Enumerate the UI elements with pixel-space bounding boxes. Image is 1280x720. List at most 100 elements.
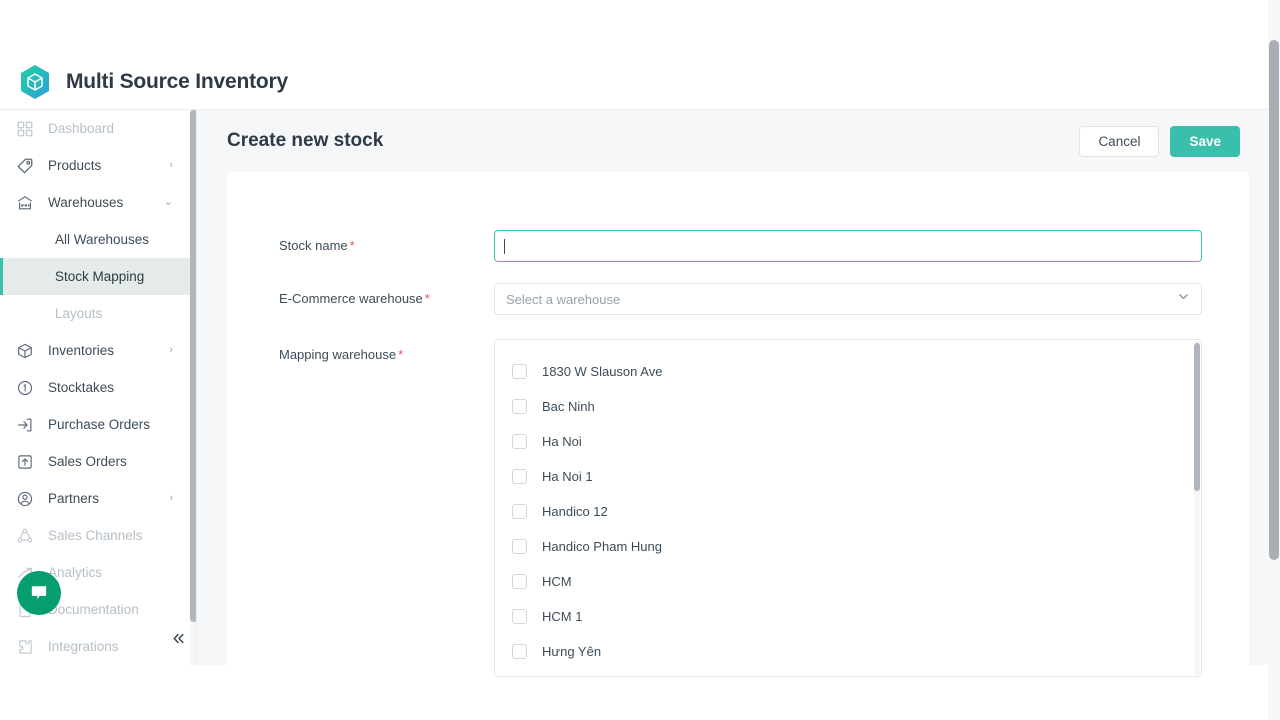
checkbox[interactable] <box>512 539 527 554</box>
chevron-down-icon <box>1177 290 1190 308</box>
list-item-label: Handico 12 <box>542 504 608 519</box>
sidebar-item-label: Sales Orders <box>48 454 127 469</box>
sidebar-subitem-all-warehouses[interactable]: All Warehouses <box>0 221 197 258</box>
sidebar-subitem-stock-mapping[interactable]: Stock Mapping <box>0 258 197 295</box>
sidebar-item-dashboard[interactable]: Dashboard <box>0 110 197 147</box>
sidebar-subitem-label: All Warehouses <box>55 232 149 247</box>
chevron-double-left-icon <box>170 630 187 647</box>
field-ecommerce-warehouse: E-Commerce warehouse* Select a warehouse <box>279 283 1204 315</box>
puzzle-icon <box>14 636 36 658</box>
sidebar-item-inventories[interactable]: Inventories › <box>0 332 197 369</box>
sidebar-item-label: Documentation <box>48 602 139 617</box>
required-marker: * <box>350 238 355 253</box>
sidebar-subitem-label: Layouts <box>55 306 102 321</box>
list-item-label: HCM <box>542 574 572 589</box>
list-item[interactable]: HCM <box>495 564 1201 599</box>
page-scrollbar-thumb[interactable] <box>1269 40 1279 560</box>
sidebar-item-sales-channels[interactable]: Sales Channels <box>0 517 197 554</box>
sidebar-item-stocktakes[interactable]: Stocktakes <box>0 369 197 406</box>
sidebar-item-products[interactable]: Products › <box>0 147 197 184</box>
sidebar-item-label: Warehouses <box>48 195 123 210</box>
grid-icon <box>14 118 36 140</box>
user-circle-icon <box>14 488 36 510</box>
sidebar-item-warehouses[interactable]: Warehouses ⌄ <box>0 184 197 221</box>
app-root: Multi Source Inventory Dashboard Product… <box>0 0 1280 720</box>
checkbox[interactable] <box>512 574 527 589</box>
chevron-right-icon: › <box>169 493 173 504</box>
mapping-warehouse-list: 1830 W Slauson Ave Bac Ninh Ha Noi <box>494 339 1202 677</box>
checkbox[interactable] <box>512 399 527 414</box>
sidebar-item-label: Stocktakes <box>48 380 114 395</box>
list-item-label: Ha Noi <box>542 434 582 449</box>
list-item[interactable]: Handico 12 <box>495 494 1201 529</box>
list-item-label: Hưng Yên <box>542 644 601 659</box>
save-button[interactable]: Save <box>1170 126 1240 157</box>
list-item[interactable]: 1830 W Slauson Ave <box>495 354 1201 389</box>
browser-chrome-area <box>0 0 1268 55</box>
required-marker: * <box>425 291 430 306</box>
sidebar-collapse-button[interactable] <box>166 626 190 650</box>
sidebar-item-purchase-orders[interactable]: Purchase Orders <box>0 406 197 443</box>
select-placeholder: Select a warehouse <box>506 292 620 307</box>
list-item[interactable]: Ha Noi 1 <box>495 459 1201 494</box>
chat-widget-button[interactable] <box>17 571 61 615</box>
main-content: Create new stock Cancel Save Stock name*… <box>197 110 1268 665</box>
page-header: Create new stock Cancel Save <box>197 110 1268 172</box>
checkbox[interactable] <box>512 609 527 624</box>
checkbox[interactable] <box>512 504 527 519</box>
app-header: Multi Source Inventory <box>0 55 1268 110</box>
sidebar-item-label: Integrations <box>48 639 119 654</box>
field-mapping-warehouse: Mapping warehouse* 1830 W Slauson Ave Ba… <box>279 339 1204 677</box>
ecommerce-warehouse-label: E-Commerce warehouse* <box>279 283 494 315</box>
arrow-into-box-icon <box>14 414 36 436</box>
sidebar-item-partners[interactable]: Partners › <box>0 480 197 517</box>
list-item[interactable]: Handico Pham Hung <box>495 529 1201 564</box>
sidebar-item-label: Analytics <box>48 565 102 580</box>
sidebar-subitem-layouts[interactable]: Layouts <box>0 295 197 332</box>
list-item-label: Ha Noi 1 <box>542 469 593 484</box>
box-arrow-up-icon <box>14 451 36 473</box>
list-item-label: Handico Pham Hung <box>542 539 662 554</box>
checkbox[interactable] <box>512 434 527 449</box>
list-item[interactable]: Hưng Yên <box>495 634 1201 669</box>
checkbox[interactable] <box>512 469 527 484</box>
checkbox[interactable] <box>512 364 527 379</box>
chevron-right-icon: › <box>169 345 173 356</box>
stock-name-label: Stock name* <box>279 230 494 262</box>
list-item[interactable]: HCM 1 <box>495 599 1201 634</box>
chat-bubble-icon <box>28 582 50 604</box>
sidebar-item-label: Partners <box>48 491 99 506</box>
chevron-down-icon: ⌄ <box>164 197 173 208</box>
text-caret <box>504 239 505 254</box>
form-card: Stock name* E-Commerce warehouse* Select… <box>227 172 1249 677</box>
sidebar-item-sales-orders[interactable]: Sales Orders <box>0 443 197 480</box>
page-title: Create new stock <box>227 130 383 152</box>
sidebar-item-label: Products <box>48 158 101 173</box>
ecommerce-warehouse-select[interactable]: Select a warehouse <box>494 283 1202 315</box>
sidebar-item-label: Purchase Orders <box>48 417 150 432</box>
checkbox[interactable] <box>512 644 527 659</box>
required-marker: * <box>398 347 403 362</box>
clock-count-icon <box>14 377 36 399</box>
stock-name-input[interactable] <box>494 230 1202 262</box>
list-item[interactable]: Bac Ninh <box>495 389 1201 424</box>
list-item-label: HCM 1 <box>542 609 582 624</box>
list-item-label: Bac Ninh <box>542 399 595 414</box>
list-scrollbar-thumb[interactable] <box>1194 343 1200 491</box>
sidebar-subitem-label: Stock Mapping <box>55 269 144 284</box>
app-title: Multi Source Inventory <box>66 70 288 94</box>
sidebar-item-label: Inventories <box>48 343 114 358</box>
field-stock-name: Stock name* <box>279 230 1204 262</box>
tag-icon <box>14 155 36 177</box>
mapping-warehouse-label: Mapping warehouse* <box>279 339 494 677</box>
list-item-label: 1830 W Slauson Ave <box>542 364 662 379</box>
sidebar-item-label: Sales Channels <box>48 528 143 543</box>
sidebar-item-label: Dashboard <box>48 121 114 136</box>
network-icon <box>14 525 36 547</box>
chevron-right-icon: › <box>169 160 173 171</box>
warehouse-icon <box>14 192 36 214</box>
cancel-button[interactable]: Cancel <box>1079 126 1159 157</box>
page-actions: Cancel Save <box>1079 126 1240 157</box>
list-item[interactable]: Ha Noi <box>495 424 1201 459</box>
hexagon-cube-logo-icon <box>18 63 52 101</box>
